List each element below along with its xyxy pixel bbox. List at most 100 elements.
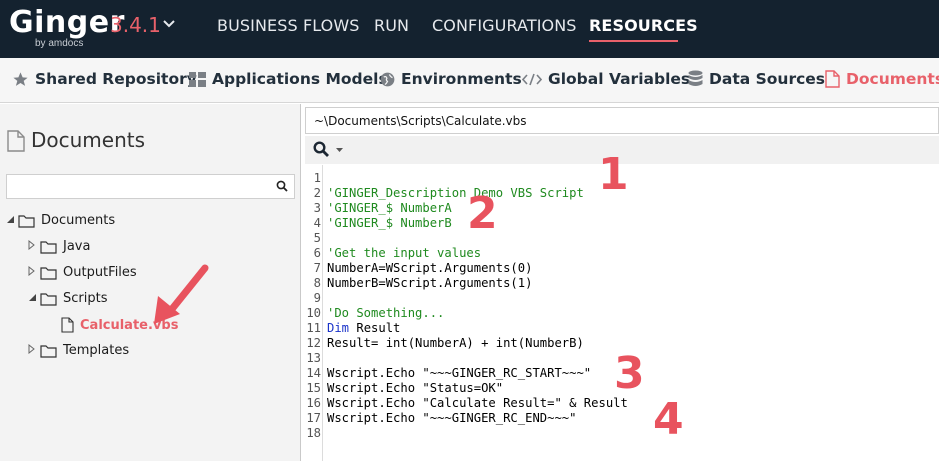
- tree-item-label: Scripts: [63, 291, 108, 306]
- code-line[interactable]: 6 'Get the input values: [305, 246, 925, 261]
- document-icon: [825, 70, 840, 88]
- nav-resources[interactable]: RESOURCES: [589, 16, 698, 35]
- subnav-applications-models[interactable]: Applications Models: [189, 70, 388, 88]
- code-line[interactable]: 4 'GINGER_$ NumberB: [305, 216, 925, 231]
- code-editor[interactable]: 1 2 'GINGER_Description Demo VBS Script 3 'G…: [305, 165, 939, 461]
- code-line[interactable]: 9: [305, 291, 925, 306]
- tree-item-label: Templates: [63, 343, 130, 358]
- tree-item-templates[interactable]: Templates: [28, 343, 129, 358]
- line-number: 10: [306, 306, 321, 320]
- code-text: 'GINGER_$ NumberB: [327, 216, 452, 230]
- code-text: 'GINGER_$ NumberA: [327, 201, 452, 215]
- annotation-number: 4: [653, 394, 684, 445]
- line-number: 2: [313, 186, 321, 200]
- collapsed-arrow-icon[interactable]: [28, 239, 40, 254]
- tree-item-scripts[interactable]: Scripts: [28, 291, 107, 306]
- globe-icon: [380, 72, 395, 86]
- code-line[interactable]: 11 Dim Result: [305, 321, 925, 336]
- folder-icon: [18, 214, 35, 228]
- search-icon[interactable]: [313, 141, 329, 157]
- subnav-label: Applications Models: [212, 70, 388, 88]
- line-number: 12: [306, 336, 321, 350]
- tree-item-label: Java: [63, 239, 91, 254]
- subnav-label: Global Variables: [548, 70, 691, 88]
- annotation-number: 1: [598, 149, 629, 200]
- code-text: Wscript.Echo "~~~GINGER_RC_START~~~": [327, 366, 592, 380]
- subnav-label: Environments: [401, 70, 522, 88]
- line-number: 9: [313, 291, 321, 305]
- nav-business-flows[interactable]: BUSINESS FLOWS: [217, 16, 360, 35]
- annotation-number: 2: [467, 188, 498, 239]
- subnav-global-variables[interactable]: Global Variables: [522, 70, 690, 88]
- line-number: 8: [313, 276, 321, 290]
- line-number: 13: [306, 351, 321, 365]
- code-text-rest: Result: [349, 321, 401, 335]
- code-line[interactable]: 18: [305, 426, 925, 441]
- code-line[interactable]: 10 'Do Something...: [305, 306, 925, 321]
- folder-icon: [40, 344, 57, 358]
- tree-item-documents[interactable]: Documents: [6, 213, 115, 228]
- line-number: 14: [306, 366, 321, 380]
- subnav-environments[interactable]: Environments: [380, 70, 522, 88]
- line-number: 1: [313, 171, 321, 185]
- annotation-arrow-icon: [154, 264, 209, 324]
- tree-item-label: OutputFiles: [63, 265, 137, 280]
- subnav-label: Documents: [846, 70, 939, 88]
- code-text: 'GINGER_Description Demo VBS Script: [327, 186, 584, 200]
- line-number: 16: [306, 396, 321, 410]
- star-icon: [13, 71, 28, 86]
- code-text: Wscript.Echo "~~~GINGER_RC_END~~~": [327, 411, 577, 425]
- tree-search-input[interactable]: [6, 174, 295, 199]
- code-icon: [522, 73, 542, 85]
- code-text: NumberB=WScript.Arguments(1): [327, 276, 533, 290]
- expanded-arrow-icon[interactable]: [28, 291, 40, 306]
- code-line[interactable]: 7 NumberA=WScript.Arguments(0): [305, 261, 925, 276]
- line-number: 7: [313, 261, 321, 275]
- file-icon: [61, 317, 74, 333]
- tree-item-java[interactable]: Java: [28, 239, 90, 254]
- document-path-bar: ~\Documents\Scripts\Calculate.vbs: [305, 107, 939, 134]
- grid-icon: [189, 71, 206, 87]
- chevron-down-icon[interactable]: [161, 17, 177, 31]
- tree-item-outputfiles[interactable]: OutputFiles: [28, 265, 137, 280]
- caret-down-icon[interactable]: [336, 148, 343, 153]
- nav-run[interactable]: RUN: [374, 16, 409, 35]
- code-line[interactable]: 3 'GINGER_$ NumberA: [305, 201, 925, 216]
- tree-item-label: Documents: [41, 213, 116, 228]
- subnav-label: Data Sources: [709, 70, 826, 88]
- active-nav-indicator: [589, 40, 678, 42]
- subnav-label: Shared Repository: [35, 70, 197, 88]
- code-line[interactable]: 8 NumberB=WScript.Arguments(1): [305, 276, 925, 291]
- code-text: NumberA=WScript.Arguments(0): [327, 261, 533, 275]
- search-icon[interactable]: [276, 180, 288, 192]
- code-text: Wscript.Echo "Calculate Result=" & Resul…: [327, 396, 628, 410]
- collapsed-arrow-icon[interactable]: [28, 343, 40, 358]
- line-number: 6: [313, 246, 321, 260]
- line-number: 11: [306, 321, 321, 335]
- collapsed-arrow-icon[interactable]: [28, 265, 40, 280]
- subnav-shared-repository[interactable]: Shared Repository: [12, 70, 197, 88]
- code-text: 'Do Something...: [327, 306, 445, 320]
- resources-subnav: Shared Repository Applications Models En…: [0, 58, 939, 103]
- expanded-arrow-icon[interactable]: [6, 213, 18, 228]
- line-number: 18: [306, 426, 321, 440]
- version-label[interactable]: 3.4.1: [110, 13, 161, 37]
- code-text: Result= int(NumberA) + int(NumberB): [327, 336, 584, 350]
- app-logo-subtitle: by amdocs: [35, 38, 84, 49]
- line-number: 17: [306, 411, 321, 425]
- top-nav-bar: Ginger by amdocs 3.4.1 BUSINESS FLOWS RU…: [0, 0, 939, 58]
- line-number: 15: [306, 381, 321, 395]
- line-number: 4: [313, 216, 321, 230]
- nav-configurations[interactable]: CONFIGURATIONS: [432, 16, 577, 35]
- database-icon: [688, 70, 703, 86]
- code-text: Wscript.Echo "Status=OK": [327, 381, 504, 395]
- document-icon: [7, 130, 25, 152]
- subnav-data-sources[interactable]: Data Sources: [688, 70, 825, 88]
- code-text: Dim Result: [327, 321, 400, 336]
- line-number: 3: [313, 201, 321, 215]
- code-line[interactable]: 5: [305, 231, 925, 246]
- app-logo[interactable]: Ginger: [9, 8, 125, 38]
- code-line[interactable]: 17 Wscript.Echo "~~~GINGER_RC_END~~~": [305, 411, 925, 426]
- code-text: 'Get the input values: [327, 246, 482, 260]
- subnav-documents[interactable]: Documents: [825, 70, 939, 88]
